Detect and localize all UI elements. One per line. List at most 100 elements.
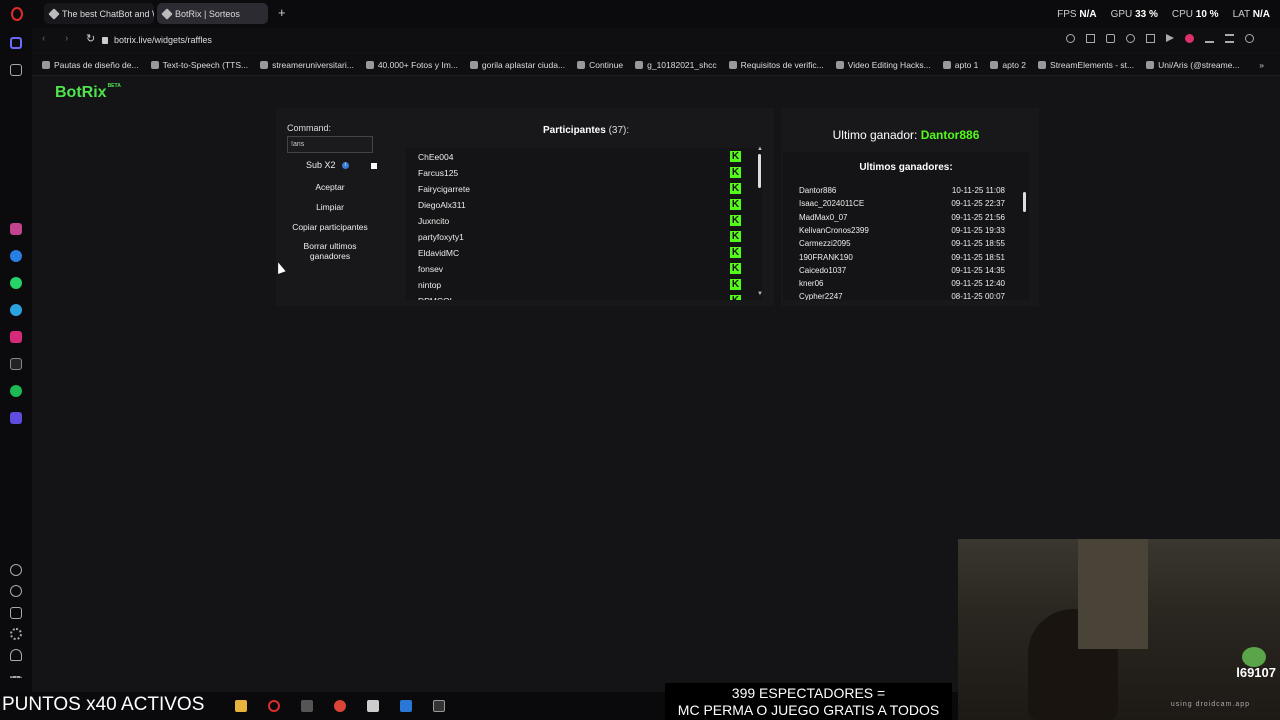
edit-icon[interactable]: [1086, 34, 1095, 43]
home-icon[interactable]: [10, 37, 22, 49]
star-icon[interactable]: [10, 64, 22, 76]
x-icon[interactable]: [10, 358, 22, 370]
kick-icon: K: [730, 295, 741, 300]
shield-icon[interactable]: [1126, 34, 1135, 43]
participant-row: DiegoAlx311: [418, 200, 466, 210]
copy-participants-button[interactable]: Copiar participantes: [287, 222, 373, 232]
participants-scrollbar[interactable]: [758, 154, 761, 188]
menu-icon[interactable]: [1225, 34, 1234, 43]
heart-outline-icon[interactable]: [10, 564, 22, 576]
extensions-icon[interactable]: [1146, 34, 1155, 43]
participant-row: partyfoxyty1: [418, 232, 464, 242]
calculator-icon[interactable]: [367, 700, 379, 712]
bookmark-item[interactable]: Video Editing Hacks...: [835, 60, 931, 70]
play-icon[interactable]: [1166, 34, 1174, 42]
spotify-icon[interactable]: [10, 385, 22, 397]
bookmark-item[interactable]: streameruniversitari...: [260, 60, 354, 70]
bookmark-item[interactable]: Continue: [577, 60, 623, 70]
epic-games-icon[interactable]: [433, 700, 445, 712]
bookmark-item[interactable]: apto 1: [942, 60, 978, 70]
command-input[interactable]: [287, 136, 373, 153]
address-bar-row: ‹ › ↻ botrix.live/widgets/raffles: [32, 28, 1280, 52]
opera-icon[interactable]: [268, 700, 280, 712]
messenger-icon[interactable]: [10, 250, 22, 262]
kick-icon: K: [730, 151, 741, 162]
bookmark-item[interactable]: g_10182021_shcc: [635, 60, 717, 70]
browser-sidebar: [0, 28, 32, 692]
delete-winners-button[interactable]: Borrar ultimos ganadores: [287, 241, 373, 261]
winner-date: 09-11-25 19:33: [951, 225, 1005, 235]
bookmarks-more-icon[interactable]: »: [1259, 60, 1264, 70]
search-icon[interactable]: [1066, 34, 1075, 43]
participant-row: DPMCOL: [418, 296, 454, 300]
winners-list[interactable]: Ultimos ganadores: Dantor886 10-11-25 11:…: [783, 152, 1029, 300]
participant-row: ChEe004: [418, 152, 454, 162]
reload-icon[interactable]: ↻: [86, 32, 95, 45]
aria-icon[interactable]: [10, 223, 22, 235]
last-winner: Ultimo ganador: Dantor886: [832, 128, 980, 142]
bookmark-item[interactable]: Requisitos de verific...: [728, 60, 824, 70]
winner-name: Isaac_2024011CE: [799, 199, 865, 209]
new-tab-button[interactable]: +: [278, 5, 286, 20]
winner-date: 09-11-25 21:56: [951, 212, 1005, 222]
settings-icon[interactable]: [10, 628, 22, 640]
bookmark-item[interactable]: Uni/Aris (@streame...: [1146, 60, 1240, 70]
bookmark-favicon-icon: [942, 60, 951, 69]
whatsapp-icon[interactable]: [10, 277, 22, 289]
bookmark-item[interactable]: Pautas de diseño de...: [42, 60, 139, 70]
back-icon[interactable]: ‹: [42, 33, 45, 44]
heart-icon[interactable]: [1185, 34, 1194, 43]
bookmark-item[interactable]: 40.000+ Fotos y Im...: [365, 60, 458, 70]
winner-name: 190FRANK190: [799, 252, 853, 262]
forward-icon[interactable]: ›: [65, 33, 68, 44]
winners-scrollbar[interactable]: [1023, 192, 1026, 212]
participants-scroll-up-icon[interactable]: ▲: [757, 146, 763, 152]
tab-botrix-sorteos[interactable]: BotRix | Sorteos: [157, 3, 268, 24]
app-icon[interactable]: [301, 700, 313, 712]
winner-name: Cypher2247: [799, 292, 843, 300]
telegram-icon[interactable]: [10, 304, 22, 316]
webcam-overlay: l69107 using droidcam.app: [958, 539, 1280, 720]
botrix-logo[interactable]: BotRixBETA: [55, 83, 121, 102]
profile-icon[interactable]: [1245, 34, 1254, 43]
winner-date: 10-11-25 11:08: [951, 186, 1005, 195]
winner-name: Dantor886: [799, 186, 837, 195]
opera-logo-icon[interactable]: [11, 7, 23, 21]
winner-row: Carmezzi2095 09-11-25 18:55: [799, 239, 1005, 248]
winner-date: 09-11-25 18:55: [951, 239, 1005, 249]
bookmark-item[interactable]: StreamElements - st...: [1038, 60, 1134, 70]
download-icon[interactable]: [1205, 34, 1214, 43]
box-icon[interactable]: [10, 607, 22, 619]
vscode-icon[interactable]: [400, 700, 412, 712]
clear-button[interactable]: Limpiar: [287, 202, 373, 212]
participants-scroll-down-icon[interactable]: ▼: [757, 291, 763, 297]
history-icon[interactable]: [10, 585, 22, 597]
instagram-icon[interactable]: [10, 331, 22, 343]
participant-row: nintop: [418, 280, 442, 290]
url-field[interactable]: botrix.live/widgets/raffles: [102, 31, 1002, 49]
winner-name: MadMax0_07: [799, 212, 848, 222]
kick-icon: K: [730, 167, 741, 178]
lightbulb-icon[interactable]: [10, 649, 22, 661]
player-icon[interactable]: [10, 412, 22, 424]
bookmark-item[interactable]: gorila aplastar ciuda...: [469, 60, 565, 70]
participant-row: Juxncito: [418, 216, 450, 226]
participants-list[interactable]: ChEe004 K Farcus125 K Fairycigarrete K DiegoAl…: [406, 148, 762, 300]
bookmark-favicon-icon: [577, 60, 586, 69]
chrome-icon[interactable]: [334, 700, 346, 712]
winner-row: kner06 09-11-25 12:40: [799, 279, 1005, 288]
tab-chatbot[interactable]: The best ChatBot and Wi: [44, 3, 154, 24]
bookmark-item[interactable]: apto 2: [990, 60, 1026, 70]
more-icon[interactable]: [10, 676, 22, 678]
bookmark-item[interactable]: Text-to-Speech (TTS...: [150, 60, 248, 70]
raffle-panel: Command: Sub X2 i Aceptar Limpiar Copiar…: [276, 108, 774, 306]
bookmark-favicon-icon: [365, 60, 374, 69]
tab-bar: The best ChatBot and Wi BotRix | Sorteos…: [0, 0, 1280, 28]
participant-row: fonsev: [418, 264, 444, 274]
camera-icon[interactable]: [1106, 34, 1115, 43]
winner-date: 08-11-25 00:07: [951, 292, 1005, 300]
info-icon[interactable]: i: [342, 162, 349, 169]
sub-x2-checkbox[interactable]: [371, 163, 377, 169]
accept-button[interactable]: Aceptar: [287, 182, 373, 192]
file-explorer-icon[interactable]: [235, 700, 247, 712]
